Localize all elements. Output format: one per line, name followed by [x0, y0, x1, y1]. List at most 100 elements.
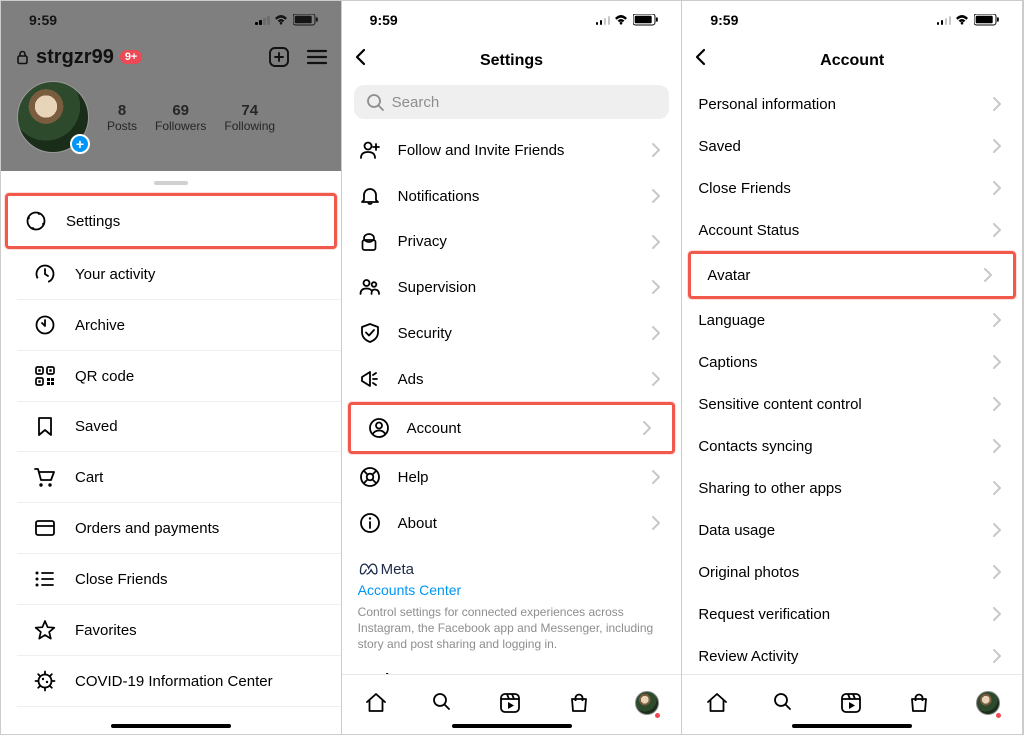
account-saved[interactable]: Saved	[682, 125, 1022, 167]
settings-notifications[interactable]: Notifications	[342, 173, 682, 219]
search-input[interactable]: Search	[354, 85, 670, 119]
row-label: About	[398, 515, 437, 532]
account-original-photos[interactable]: Original photos	[682, 551, 1022, 593]
tab-shop[interactable]	[907, 691, 931, 715]
menu-close-friends[interactable]: Close Friends	[17, 554, 341, 605]
chevron-right-icon	[647, 467, 665, 487]
row-label: Help	[398, 469, 429, 486]
account-personal-info[interactable]: Personal information	[682, 83, 1022, 125]
wifi-icon	[614, 14, 629, 26]
lock-icon	[15, 49, 30, 65]
chevron-right-icon	[988, 562, 1006, 582]
back-button[interactable]	[692, 47, 712, 67]
settings-security[interactable]: Security	[342, 310, 682, 356]
create-button[interactable]	[267, 45, 291, 69]
row-label: Language	[698, 312, 765, 329]
chevron-right-icon	[988, 178, 1006, 198]
chevron-right-icon	[988, 220, 1006, 240]
tab-search[interactable]	[773, 692, 795, 714]
notification-dot	[996, 713, 1001, 718]
sheet-grabber[interactable]	[154, 181, 188, 185]
signal-icon	[255, 15, 270, 25]
stat-following[interactable]: 74Following	[224, 102, 275, 133]
stat-posts[interactable]: 8Posts	[107, 102, 137, 133]
menu-settings[interactable]: Settings	[5, 193, 337, 249]
settings-about[interactable]: About	[342, 500, 682, 546]
tab-home[interactable]	[364, 691, 388, 715]
chevron-right-icon	[647, 369, 665, 389]
menu-label: Close Friends	[75, 571, 168, 588]
menu-label: QR code	[75, 368, 134, 385]
info-icon	[358, 512, 382, 534]
row-label: Request verification	[698, 606, 830, 623]
tab-reels[interactable]	[498, 691, 522, 715]
status-time: 9:59	[29, 12, 57, 28]
avatar[interactable]: +	[17, 81, 89, 153]
account-review-activity[interactable]: Review Activity	[682, 635, 1022, 677]
account-sensitive-content[interactable]: Sensitive content control	[682, 383, 1022, 425]
accounts-center-link[interactable]: Accounts Center	[358, 582, 666, 598]
menu-covid-info[interactable]: COVID-19 Information Center	[17, 656, 341, 707]
row-label: Saved	[698, 138, 741, 155]
menu-button[interactable]	[305, 45, 329, 69]
account-contacts-syncing[interactable]: Contacts syncing	[682, 425, 1022, 467]
clock-icon	[33, 263, 57, 285]
menu-saved[interactable]: Saved	[17, 402, 341, 452]
settings-ads[interactable]: Ads	[342, 356, 682, 402]
menu-archive[interactable]: Archive	[17, 300, 341, 351]
supervision-icon	[358, 276, 382, 298]
menu-label: Settings	[66, 213, 120, 230]
gear-icon	[24, 210, 48, 232]
account-icon	[367, 417, 391, 439]
wifi-icon	[274, 14, 289, 26]
chevron-right-icon	[647, 186, 665, 206]
profile-username[interactable]: strgzr99 9+	[15, 46, 142, 69]
status-bar: 9:59	[342, 1, 682, 39]
menu-cart[interactable]: Cart	[17, 452, 341, 503]
menu-label: Archive	[75, 317, 125, 334]
card-icon	[33, 517, 57, 539]
menu-orders-payments[interactable]: Orders and payments	[17, 503, 341, 554]
account-status[interactable]: Account Status	[682, 209, 1022, 251]
tab-home[interactable]	[705, 691, 729, 715]
menu-label: Saved	[75, 418, 118, 435]
chevron-right-icon	[988, 310, 1006, 330]
stat-followers[interactable]: 69Followers	[155, 102, 206, 133]
account-language[interactable]: Language	[682, 299, 1022, 341]
account-sharing-apps[interactable]: Sharing to other apps	[682, 467, 1022, 509]
tab-reels[interactable]	[839, 691, 863, 715]
account-avatar[interactable]: Avatar	[688, 251, 1016, 299]
tab-shop[interactable]	[567, 691, 591, 715]
tab-profile[interactable]	[976, 691, 1000, 715]
tab-profile[interactable]	[635, 691, 659, 715]
menu-label: Favorites	[75, 622, 137, 639]
settings-follow-invite[interactable]: Follow and Invite Friends	[342, 127, 682, 173]
account-request-verification[interactable]: Request verification	[682, 593, 1022, 635]
settings-privacy[interactable]: Privacy	[342, 219, 682, 264]
covid-icon	[33, 670, 57, 692]
chevron-right-icon	[988, 94, 1006, 114]
menu-your-activity[interactable]: Your activity	[17, 249, 341, 300]
home-indicator	[111, 724, 231, 729]
chevron-right-icon	[979, 265, 997, 285]
account-data-usage[interactable]: Data usage	[682, 509, 1022, 551]
menu-favorites[interactable]: Favorites	[17, 605, 341, 656]
settings-help[interactable]: Help	[342, 454, 682, 500]
tab-search[interactable]	[432, 692, 454, 714]
settings-account[interactable]: Account	[348, 402, 676, 454]
row-label: Privacy	[398, 233, 447, 250]
row-label: Data usage	[698, 522, 775, 539]
account-close-friends[interactable]: Close Friends	[682, 167, 1022, 209]
menu-label: COVID-19 Information Center	[75, 673, 273, 690]
bottom-sheet: Settings Your activity Archive QR code S…	[1, 171, 341, 734]
back-button[interactable]	[352, 47, 372, 67]
menu-qr-code[interactable]: QR code	[17, 351, 341, 402]
settings-supervision[interactable]: Supervision	[342, 264, 682, 310]
signal-icon	[937, 15, 952, 25]
add-story-badge[interactable]: +	[70, 134, 90, 154]
row-label: Account Status	[698, 222, 799, 239]
account-captions[interactable]: Captions	[682, 341, 1022, 383]
help-icon	[358, 466, 382, 488]
bell-icon	[358, 185, 382, 207]
wifi-icon	[955, 14, 970, 26]
